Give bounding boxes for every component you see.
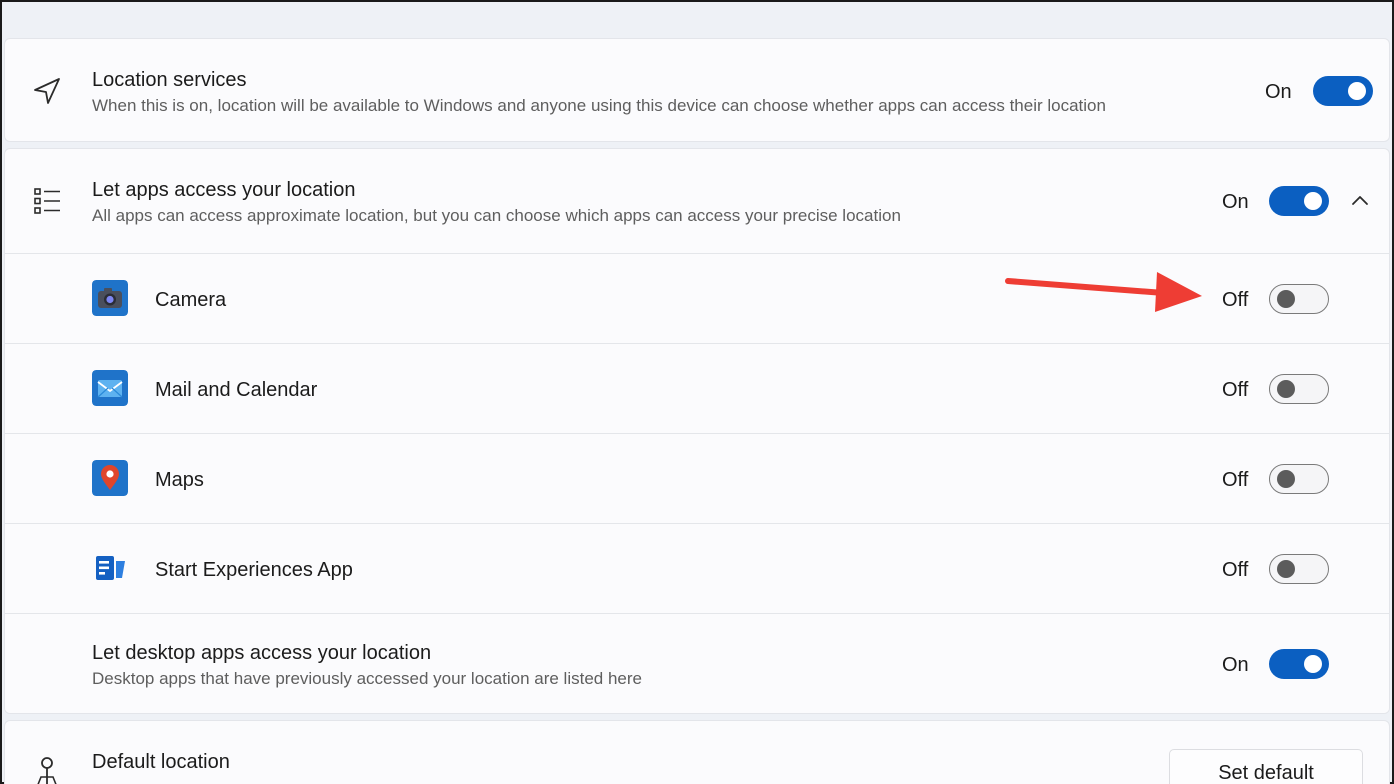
toggle-knob <box>1304 655 1322 673</box>
app-row-maps: Maps Off <box>5 433 1389 523</box>
set-default-button[interactable]: Set default <box>1169 749 1363 784</box>
location-services-card: Location services When this is on, locat… <box>4 38 1390 142</box>
start-experiences-toggle[interactable] <box>1269 554 1329 584</box>
list-icon <box>34 188 60 214</box>
location-services-title: Location services <box>92 69 247 91</box>
app-access-toggle[interactable] <box>1269 186 1329 216</box>
app-row-mail-calendar: Mail and Calendar Off <box>5 343 1389 433</box>
toggle-knob <box>1277 469 1295 488</box>
start-experiences-app-icon <box>96 556 125 580</box>
location-services-description: When this is on, location will be availa… <box>92 96 1106 115</box>
toggle-knob <box>1277 379 1295 398</box>
desktop-apps-toggle[interactable] <box>1269 649 1329 679</box>
app-access-description: All apps can access approximate location… <box>92 206 901 225</box>
toggle-knob <box>1277 559 1295 578</box>
desktop-apps-state: On <box>1222 654 1249 676</box>
app-label: Maps <box>155 469 204 491</box>
app-access-title: Let apps access your location <box>92 179 356 201</box>
app-row-start-experiences: Start Experiences App Off <box>5 523 1389 613</box>
location-services-state: On <box>1265 81 1292 103</box>
location-services-toggle[interactable] <box>1313 76 1373 106</box>
app-state: Off <box>1222 289 1249 311</box>
camera-app-icon <box>92 280 128 316</box>
default-location-title: Default location <box>92 751 230 773</box>
app-label: Camera <box>155 289 227 311</box>
app-access-state: On <box>1222 191 1249 213</box>
app-row-camera: Camera Off <box>5 253 1389 343</box>
app-state: Off <box>1222 559 1249 581</box>
app-state: Off <box>1222 379 1249 401</box>
toggle-knob <box>1348 82 1366 100</box>
maps-toggle[interactable] <box>1269 464 1329 494</box>
app-label: Start Experiences App <box>155 559 353 581</box>
location-pin-icon <box>37 757 57 784</box>
desktop-apps-title: Let desktop apps access your location <box>92 642 432 664</box>
mail-calendar-toggle[interactable] <box>1269 374 1329 404</box>
toggle-knob <box>1277 289 1295 308</box>
app-state: Off <box>1222 469 1249 491</box>
mail-app-icon <box>92 370 128 406</box>
maps-app-icon <box>92 460 128 496</box>
toggle-knob <box>1304 192 1322 210</box>
desktop-apps-row: Let desktop apps access your location De… <box>5 613 1389 713</box>
desktop-apps-description: Desktop apps that have previously access… <box>92 669 642 688</box>
navigation-arrow-icon <box>34 78 60 104</box>
app-access-card: Let apps access your location All apps c… <box>4 148 1390 714</box>
camera-toggle[interactable] <box>1269 284 1329 314</box>
default-location-card: Default location Set default <box>4 720 1390 784</box>
chevron-up-icon[interactable] <box>1348 189 1372 213</box>
app-label: Mail and Calendar <box>155 379 318 401</box>
